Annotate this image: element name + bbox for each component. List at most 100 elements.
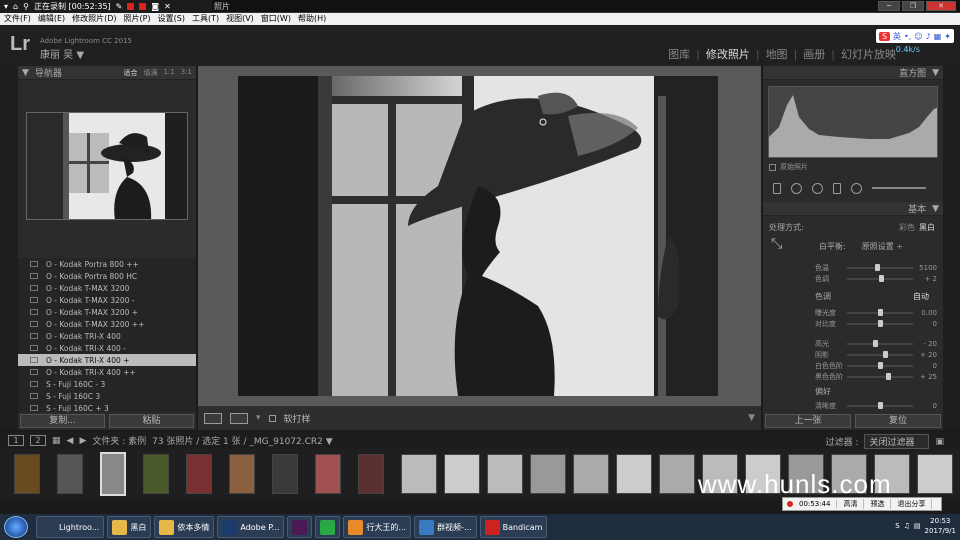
preset-item[interactable]: O - Kodak TRI-X 400 [18, 330, 196, 342]
slider-knob[interactable] [878, 362, 883, 369]
filmstrip-source[interactable]: 文件夹 : 素例 [92, 434, 146, 447]
main-photo[interactable] [238, 76, 718, 396]
slider-knob[interactable] [883, 351, 889, 358]
ime-language[interactable]: 英 [893, 31, 901, 42]
forward-arrow-icon[interactable]: ▶ [79, 436, 86, 446]
navigator-header[interactable]: ▼ 导航器 适合 填满 1:1 3:1 [18, 66, 196, 80]
menu-tools[interactable]: 工具(T) [192, 13, 219, 25]
page-1-button[interactable]: 1 [8, 435, 24, 446]
stop-icon[interactable] [139, 3, 147, 10]
bandicam-preview-button[interactable]: 预选 [864, 499, 892, 509]
previous-button[interactable]: 上一张 [765, 414, 851, 428]
filmstrip-thumbnail[interactable] [143, 454, 169, 494]
filmstrip-thumbnail[interactable] [14, 454, 40, 494]
reset-button[interactable]: 复位 [855, 414, 941, 428]
slider-value[interactable]: 5100 [913, 264, 937, 272]
menu-help[interactable]: 帮助(H) [298, 13, 326, 25]
copy-settings-button[interactable]: 复制... [20, 414, 105, 428]
filmstrip-thumbnail[interactable] [358, 454, 384, 494]
filmstrip-thumbnail[interactable] [272, 454, 298, 494]
loupe-view-button[interactable] [204, 412, 222, 424]
filmstrip-count[interactable]: 73 张照片 / 选定 1 张 / _MG_91072.CR2 ▼ [152, 434, 333, 447]
camera-icon[interactable]: ◙ [151, 2, 159, 11]
menu-window[interactable]: 窗口(W) [261, 13, 291, 25]
filmstrip-thumbnail[interactable] [573, 454, 609, 494]
nav-fill[interactable]: 填满 [143, 68, 157, 78]
menu-settings[interactable]: 设置(S) [158, 13, 185, 25]
graduated-filter-icon[interactable] [833, 182, 841, 194]
menu-photo[interactable]: 照片(P) [124, 13, 151, 25]
slider-value[interactable]: 0 [913, 402, 937, 410]
slider-knob[interactable] [878, 320, 883, 327]
slider-value[interactable]: 0.00 [913, 309, 937, 317]
filmstrip-thumbnail[interactable] [315, 454, 341, 494]
auto-tone-button[interactable]: 自动 [913, 291, 929, 302]
left-panel-toggle[interactable] [0, 66, 18, 430]
record-icon[interactable] [127, 3, 135, 10]
page-2-button[interactable]: 2 [30, 435, 46, 446]
minimize-button[interactable]: ─ [878, 1, 900, 11]
recorder-menu-icon[interactable]: ▾ [4, 2, 8, 11]
loupe-view[interactable] [198, 66, 761, 406]
module-map[interactable]: 地图 [766, 46, 788, 62]
nav-fit[interactable]: 适合 [123, 68, 137, 78]
recorder-home-icon[interactable]: ⌂ [13, 2, 18, 11]
nav-1to1[interactable]: 1:1 [163, 68, 174, 78]
taskbar-button[interactable]: 行大王的... [343, 516, 412, 538]
module-book[interactable]: 画册 [803, 46, 825, 62]
filter-dropdown[interactable]: 关闭过滤器 [864, 434, 930, 449]
filmstrip-thumbnail[interactable] [401, 454, 437, 494]
filmstrip-thumbnail[interactable] [487, 454, 523, 494]
radial-filter-icon[interactable] [851, 182, 862, 194]
toolbar-dropdown-icon[interactable]: ▾ [256, 413, 261, 423]
preset-item[interactable]: O - Kodak TRI-X 400 - [18, 342, 196, 354]
preset-item[interactable]: O - Kodak Portra 800 HC [18, 270, 196, 282]
menu-view[interactable]: 视图(V) [226, 13, 254, 25]
preset-item[interactable]: O - Kodak T-MAX 3200 [18, 282, 196, 294]
tray-sogou-icon[interactable]: S [895, 522, 899, 530]
preset-item[interactable]: O - Kodak Portra 800 ++ [18, 258, 196, 270]
preset-item[interactable]: S - Fuji 160C 3 [18, 390, 196, 402]
back-arrow-icon[interactable]: ◀ [67, 436, 74, 446]
toolbar-menu-icon[interactable]: ▼ [748, 413, 755, 423]
clock[interactable]: 20:53 2017/9/1 [925, 516, 956, 536]
preset-item[interactable]: O - Kodak TRI-X 400 ++ [18, 366, 196, 378]
slider-track[interactable] [847, 309, 913, 316]
preset-item[interactable]: S - Fuji 160C + 3 [18, 402, 196, 412]
slider-track[interactable] [847, 362, 913, 369]
eyedropper-icon[interactable]: ⤡ [771, 236, 782, 252]
slider-value[interactable]: + 20 [913, 351, 937, 359]
module-library[interactable]: 图库 [668, 46, 690, 62]
taskbar-button[interactable]: 群视频-... [414, 516, 477, 538]
taskbar-button[interactable]: Adobe P... [217, 516, 285, 538]
treatment-bw[interactable]: 黑白 [919, 222, 935, 233]
slider-track[interactable] [847, 275, 913, 282]
slider-track[interactable] [847, 373, 913, 380]
slider-track[interactable] [847, 320, 913, 327]
taskbar-button[interactable]: 黑白 [107, 516, 152, 538]
preset-item[interactable]: O - Kodak T-MAX 3200 + [18, 306, 196, 318]
preset-item[interactable]: S - Fuji 160C - 3 [18, 378, 196, 390]
filmstrip-thumbnail[interactable] [57, 454, 83, 494]
recorder-close-icon[interactable]: ✕ [164, 2, 171, 11]
filmstrip-thumbnail[interactable] [444, 454, 480, 494]
taskbar-button[interactable] [287, 516, 313, 538]
slider-knob[interactable] [878, 402, 883, 409]
tray-volume-icon[interactable]: ♫ [904, 522, 910, 530]
before-after-button[interactable] [230, 412, 248, 424]
basic-header[interactable]: 基本 ▼ [763, 202, 943, 216]
treatment-color[interactable]: 彩色 [899, 222, 915, 233]
slider-track[interactable] [847, 340, 913, 347]
slider-track[interactable] [847, 402, 913, 409]
bandicam-share-button[interactable]: 退出分享 [891, 499, 933, 509]
nav-3to1[interactable]: 3:1 [181, 68, 192, 78]
start-button[interactable] [4, 516, 28, 538]
paste-settings-button[interactable]: 粘贴 [109, 414, 194, 428]
adjustment-brush-slider[interactable] [872, 187, 926, 189]
menu-edit[interactable]: 编辑(E) [38, 13, 65, 25]
soft-proof-checkbox[interactable] [268, 414, 276, 422]
filmstrip-thumbnail[interactable] [659, 454, 695, 494]
original-photo-checkbox[interactable] [769, 163, 776, 171]
slider-knob[interactable] [872, 340, 878, 347]
bandicam-hd-button[interactable]: 高清 [837, 499, 865, 509]
